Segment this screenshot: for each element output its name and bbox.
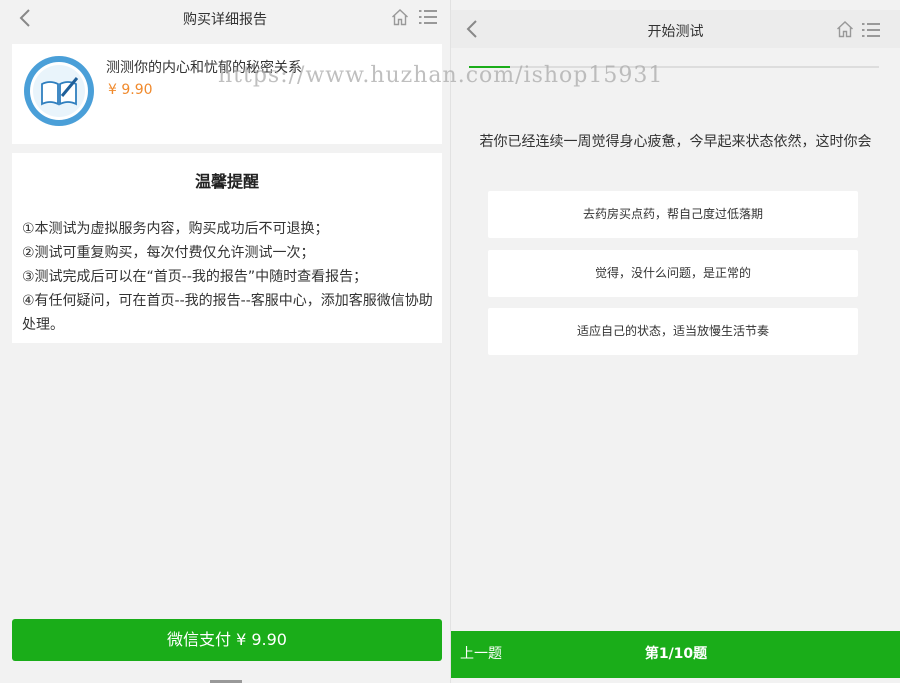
wechat-pay-button[interactable]: 微信支付 ¥ 9.90 (12, 619, 442, 661)
answer-option[interactable]: 觉得，没什么问题，是正常的 (488, 250, 858, 297)
start-test-screen: 开始测试 若你已经连续一周觉得身心疲惫，今早起来状态依然，这时你会 去药房买点药… (450, 0, 900, 683)
menu-button[interactable] (862, 22, 880, 38)
notice-item: ①本测试为虚拟服务内容，购买成功后不可退换； (22, 221, 329, 237)
answer-option[interactable]: 适应自己的状态，适当放慢生活节奏 (488, 308, 858, 355)
notice-item: ②测试可重复购买，每次付费仅允许测试一次； (22, 245, 315, 261)
page-title: 开始测试 (647, 24, 704, 40)
top-nav-bar: 购买详细报告 (0, 0, 450, 36)
notice-list: ①本测试为虚拟服务内容，购买成功后不可退换； ②测试可重复购买，每次付费仅允许测… (22, 217, 434, 337)
purchase-report-screen: 购买详细报告 测测你的内心和忧郁的秘密关系 ¥ 9.90 温馨提醒 ①本测试为虚… (0, 0, 450, 683)
product-card[interactable]: 测测你的内心和忧郁的秘密关系 ¥ 9.90 (12, 44, 442, 144)
book-logo-icon (22, 54, 96, 128)
menu-list-icon (862, 23, 880, 37)
menu-list-icon (419, 10, 437, 24)
home-button[interactable] (391, 8, 409, 26)
notice-item: ③测试完成后可以在“首页--我的报告”中随时查看报告； (22, 269, 368, 285)
answer-option[interactable]: 去药房买点药，帮自己度过低落期 (488, 191, 858, 238)
notice-item: ④有任何疑问，可在首页--我的报告--客服中心，添加客服微信协助处理。 (22, 293, 433, 333)
question-nav-bar: 上一题 第1/10题 (451, 631, 900, 678)
home-icon (837, 21, 853, 38)
menu-button[interactable] (419, 9, 437, 25)
home-button[interactable] (836, 20, 854, 38)
product-price: ¥ 9.90 (108, 82, 153, 98)
product-name: 测测你的内心和忧郁的秘密关系 (106, 60, 302, 76)
progress-fill (469, 66, 510, 68)
page-title: 购买详细报告 (183, 12, 267, 28)
progress-bar (469, 66, 879, 68)
question-text: 若你已经连续一周觉得身心疲惫，今早起来状态依然，这时你会 (479, 134, 872, 150)
question-counter: 第1/10题 (644, 646, 708, 662)
notice-title: 温馨提醒 (194, 172, 259, 191)
home-icon (392, 9, 408, 26)
top-nav-bar: 开始测试 (451, 10, 900, 48)
notice-card: 温馨提醒 ①本测试为虚拟服务内容，购买成功后不可退换； ②测试可重复购买，每次付… (12, 153, 442, 343)
